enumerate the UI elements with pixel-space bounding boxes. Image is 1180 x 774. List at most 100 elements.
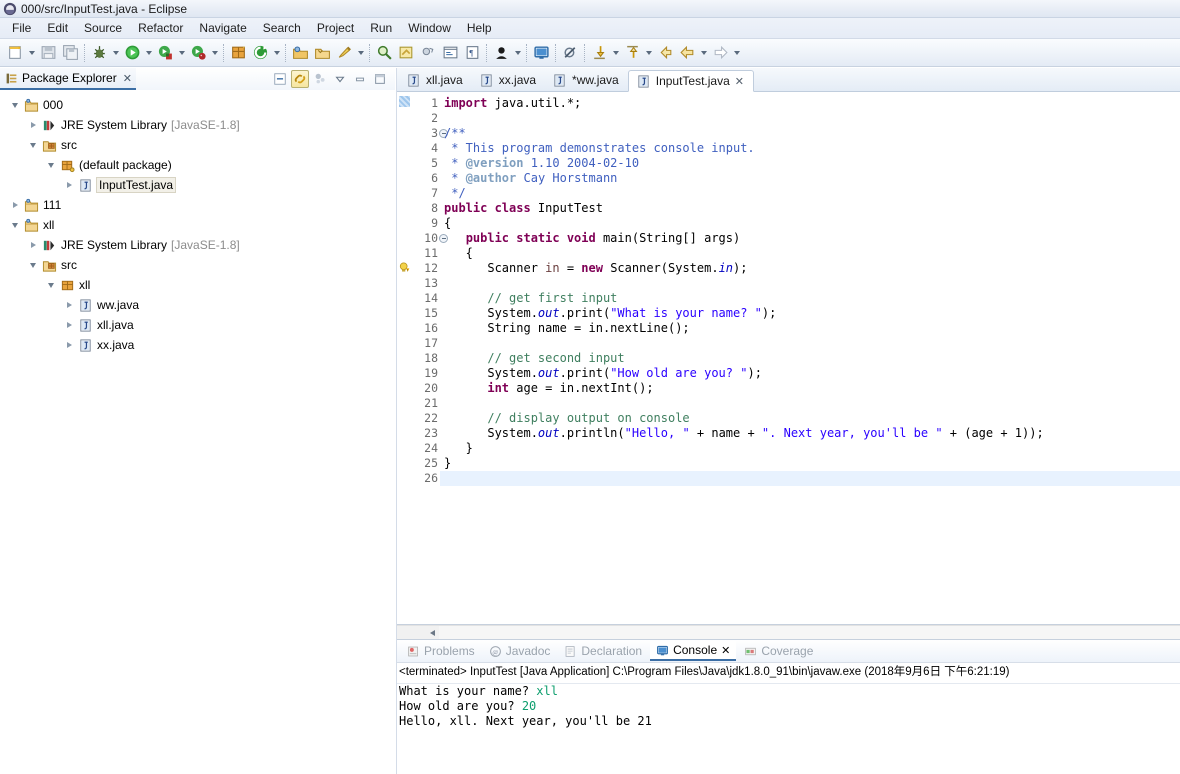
chevron-down-icon[interactable] bbox=[44, 275, 58, 295]
save-all-icon[interactable] bbox=[59, 42, 81, 64]
close-icon[interactable]: ✕ bbox=[721, 644, 730, 657]
tree-item-project-xll[interactable]: xll bbox=[0, 215, 395, 235]
menu-refactor[interactable]: Refactor bbox=[130, 19, 191, 37]
code-line[interactable]: * This program demonstrates console inpu… bbox=[440, 141, 1180, 156]
code-line[interactable]: String name = in.nextLine(); bbox=[440, 321, 1180, 336]
save-icon[interactable] bbox=[37, 42, 59, 64]
previous-annotation-icon[interactable] bbox=[654, 42, 676, 64]
code-line[interactable]: System.out.println("Hello, " + name + ".… bbox=[440, 426, 1180, 441]
chevron-down-icon[interactable] bbox=[26, 42, 37, 64]
chevron-down-icon[interactable] bbox=[698, 42, 709, 64]
code-line[interactable]: * @version 1.10 2004-02-10 bbox=[440, 156, 1180, 171]
chevron-right-icon[interactable] bbox=[62, 295, 76, 315]
code-line[interactable]: { bbox=[440, 216, 1180, 231]
step-return-icon[interactable] bbox=[621, 42, 643, 64]
marker-ruler[interactable]: ! bbox=[397, 92, 412, 624]
code-line[interactable]: // display output on console bbox=[440, 411, 1180, 426]
skip-breakpoints-icon[interactable] bbox=[559, 42, 581, 64]
code-line[interactable] bbox=[440, 396, 1180, 411]
menu-run[interactable]: Run bbox=[362, 19, 400, 37]
code-line[interactable]: } bbox=[440, 441, 1180, 456]
chevron-down-icon[interactable] bbox=[271, 42, 282, 64]
console-output[interactable]: <terminated> InputTest [Java Application… bbox=[397, 662, 1180, 774]
terminal-icon[interactable] bbox=[439, 42, 461, 64]
tree-item-project-111[interactable]: 111 bbox=[0, 195, 395, 215]
code-text[interactable]: import java.util.*; /** * This program d… bbox=[440, 92, 1180, 624]
code-line[interactable] bbox=[440, 336, 1180, 351]
code-line[interactable]: Scanner in = new Scanner(System.in); bbox=[440, 261, 1180, 276]
code-line[interactable]: public static void main(String[] args) bbox=[440, 231, 1180, 246]
tree-item-src-000[interactable]: src bbox=[0, 135, 395, 155]
link-with-editor-icon[interactable] bbox=[291, 70, 309, 88]
chevron-down-icon[interactable] bbox=[44, 155, 58, 175]
editor-horizontal-scrollbar[interactable] bbox=[397, 625, 1180, 639]
code-line[interactable]: // get first input bbox=[440, 291, 1180, 306]
new-wizard-icon[interactable] bbox=[4, 42, 26, 64]
chevron-down-icon[interactable] bbox=[143, 42, 154, 64]
code-line[interactable]: System.out.print("How old are you? "); bbox=[440, 366, 1180, 381]
code-line[interactable]: import java.util.*; bbox=[440, 96, 1180, 111]
code-line[interactable]: int age = in.nextInt(); bbox=[440, 381, 1180, 396]
console-tab-coverage[interactable]: Coverage bbox=[738, 641, 819, 661]
chevron-down-icon[interactable] bbox=[26, 255, 40, 275]
menu-project[interactable]: Project bbox=[309, 19, 362, 37]
view-menu-icon[interactable] bbox=[331, 70, 349, 88]
menu-help[interactable]: Help bbox=[459, 19, 500, 37]
code-line[interactable]: } bbox=[440, 456, 1180, 471]
chevron-right-icon[interactable] bbox=[8, 195, 22, 215]
tree-item-jre-xll[interactable]: JRE System Library [JavaSE-1.8] bbox=[0, 235, 395, 255]
menu-navigate[interactable]: Navigate bbox=[191, 19, 254, 37]
new-class-icon[interactable] bbox=[417, 42, 439, 64]
chevron-down-icon[interactable] bbox=[355, 42, 366, 64]
project-tree[interactable]: 000 JRE System Library [JavaSE-1.8] src (def… bbox=[0, 90, 395, 774]
menu-window[interactable]: Window bbox=[400, 19, 459, 37]
console-tab-problems[interactable]: Problems bbox=[401, 641, 481, 661]
profile-icon[interactable] bbox=[187, 42, 209, 64]
tree-item-jre-000[interactable]: JRE System Library [JavaSE-1.8] bbox=[0, 115, 395, 135]
tree-item-inputtest-java[interactable]: InputTest.java bbox=[0, 175, 395, 195]
close-icon[interactable]: ✕ bbox=[123, 72, 132, 85]
perspective-icon[interactable] bbox=[490, 42, 512, 64]
step-into-icon[interactable] bbox=[588, 42, 610, 64]
coverage-icon[interactable] bbox=[154, 42, 176, 64]
chevron-right-icon[interactable] bbox=[62, 175, 76, 195]
code-line[interactable]: { bbox=[440, 246, 1180, 261]
menu-edit[interactable]: Edit bbox=[39, 19, 76, 37]
code-line[interactable] bbox=[440, 276, 1180, 291]
pilcrow-icon[interactable]: ¶ bbox=[461, 42, 483, 64]
collapse-all-icon[interactable] bbox=[271, 70, 289, 88]
maximize-icon[interactable] bbox=[371, 70, 389, 88]
tree-item-xx-java[interactable]: xx.java bbox=[0, 335, 395, 355]
close-icon[interactable]: ✕ bbox=[735, 75, 744, 88]
code-line[interactable]: */ bbox=[440, 186, 1180, 201]
chevron-down-icon[interactable] bbox=[110, 42, 121, 64]
code-line[interactable] bbox=[440, 471, 1180, 486]
chevron-right-icon[interactable] bbox=[26, 115, 40, 135]
menu-file[interactable]: File bbox=[4, 19, 39, 37]
tree-item-default-package[interactable]: (default package) bbox=[0, 155, 395, 175]
open-resource-icon[interactable] bbox=[311, 42, 333, 64]
focus-on-active-task-icon[interactable] bbox=[311, 70, 329, 88]
chevron-right-icon[interactable] bbox=[26, 235, 40, 255]
warning-bulb-icon[interactable]: ! bbox=[398, 261, 411, 274]
scroll-track[interactable] bbox=[439, 626, 1180, 639]
search-icon[interactable] bbox=[373, 42, 395, 64]
open-type-icon[interactable] bbox=[289, 42, 311, 64]
quick-access-icon[interactable] bbox=[333, 42, 355, 64]
run-icon[interactable] bbox=[121, 42, 143, 64]
scroll-left-icon[interactable] bbox=[425, 626, 439, 639]
tab-package-explorer[interactable]: Package Explorer ✕ bbox=[0, 68, 136, 90]
tree-item-src-xll[interactable]: src bbox=[0, 255, 395, 275]
editor-tab-xll-java[interactable]: xll.java bbox=[399, 69, 472, 91]
tree-item-package-xll[interactable]: xll bbox=[0, 275, 395, 295]
back-icon[interactable] bbox=[676, 42, 698, 64]
toggle-mark-occurrences-icon[interactable] bbox=[395, 42, 417, 64]
chevron-down-icon[interactable] bbox=[209, 42, 220, 64]
external-tools-icon[interactable] bbox=[249, 42, 271, 64]
chevron-down-icon[interactable] bbox=[8, 95, 22, 115]
chevron-down-icon[interactable] bbox=[643, 42, 654, 64]
code-line[interactable] bbox=[440, 111, 1180, 126]
chevron-right-icon[interactable] bbox=[62, 315, 76, 335]
forward-icon[interactable] bbox=[709, 42, 731, 64]
chevron-down-icon[interactable] bbox=[8, 215, 22, 235]
